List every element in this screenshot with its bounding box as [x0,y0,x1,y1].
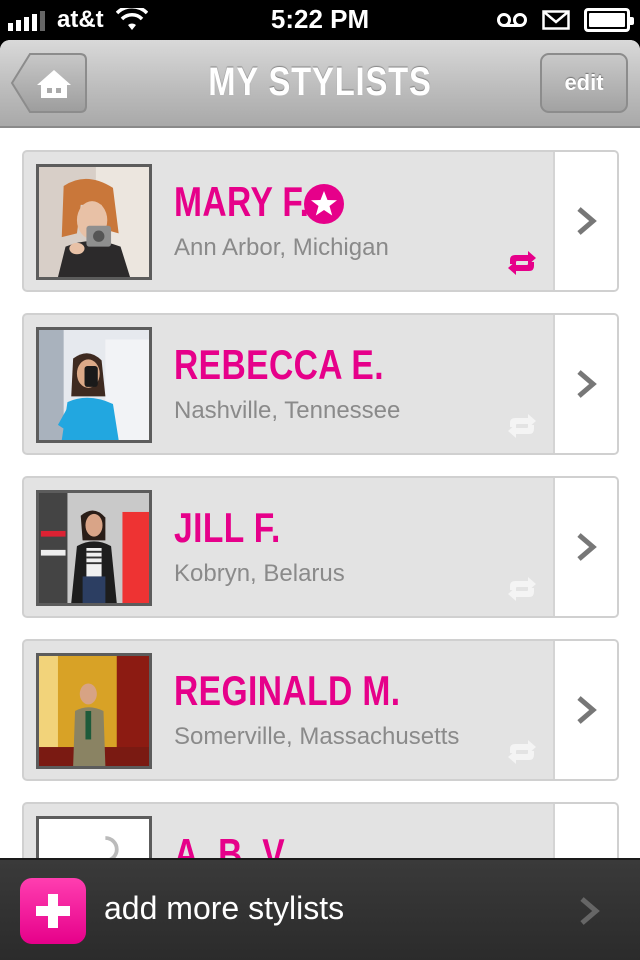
stylist-row[interactable]: A. B. V. [22,802,619,858]
stylist-row[interactable]: JILL F. Kobryn, Belarus [22,476,619,618]
stylist-row[interactable]: REBECCA E. Nashville, Tennessee [22,313,619,455]
repeat-icon [508,414,536,438]
stylist-location: Kobryn, Belarus [174,560,345,587]
add-stylists-bar[interactable]: add more stylists [0,858,640,960]
chevron-right-icon [580,897,600,925]
avatar [36,164,152,280]
stylist-name: REBECCA E. [174,341,384,388]
repeat-icon [508,740,536,764]
chevron-right-icon [577,370,597,398]
stylist-name: JILL F. [174,504,281,551]
app-screen: MY STYLISTS edit MARY F. Ann Arbor, Mich… [0,40,640,858]
edit-button[interactable]: edit [540,53,628,113]
repeat-icon [508,577,536,601]
detail-arrow[interactable] [553,315,617,453]
stylist-row[interactable]: REGINALD M. Somerville, Massachusetts [22,639,619,781]
detail-arrow[interactable] [553,804,617,858]
add-stylists-label: add more stylists [104,890,345,926]
star-badge-icon [304,184,344,224]
stylist-location: Nashville, Tennessee [174,397,401,424]
avatar [36,490,152,606]
chevron-right-icon [577,696,597,724]
plus-icon [20,878,86,944]
chevron-right-icon [577,207,597,235]
avatar [36,653,152,769]
avatar [36,327,152,443]
detail-arrow[interactable] [553,478,617,616]
mail-icon [542,10,570,30]
repeat-icon [508,251,536,275]
stylist-location: Somerville, Massachusetts [174,723,460,750]
chevron-right-icon [577,533,597,561]
detail-arrow[interactable] [553,641,617,779]
detail-arrow[interactable] [553,152,617,290]
page-title: MY STYLISTS [208,60,432,104]
nav-bar: MY STYLISTS edit [0,40,640,128]
stylist-name: A. B. V. [174,830,292,858]
loading-spinner-icon [39,819,149,858]
status-right [496,8,634,32]
stylist-row[interactable]: MARY F. Ann Arbor, Michigan [22,150,619,292]
battery-icon [584,8,634,32]
stylist-location: Ann Arbor, Michigan [174,234,389,261]
voicemail-icon [497,13,527,27]
stylist-name: MARY F. [174,178,310,225]
avatar [36,816,152,858]
status-bar: at&t 5:22 PM [0,0,640,40]
stylist-name: REGINALD M. [174,667,401,714]
